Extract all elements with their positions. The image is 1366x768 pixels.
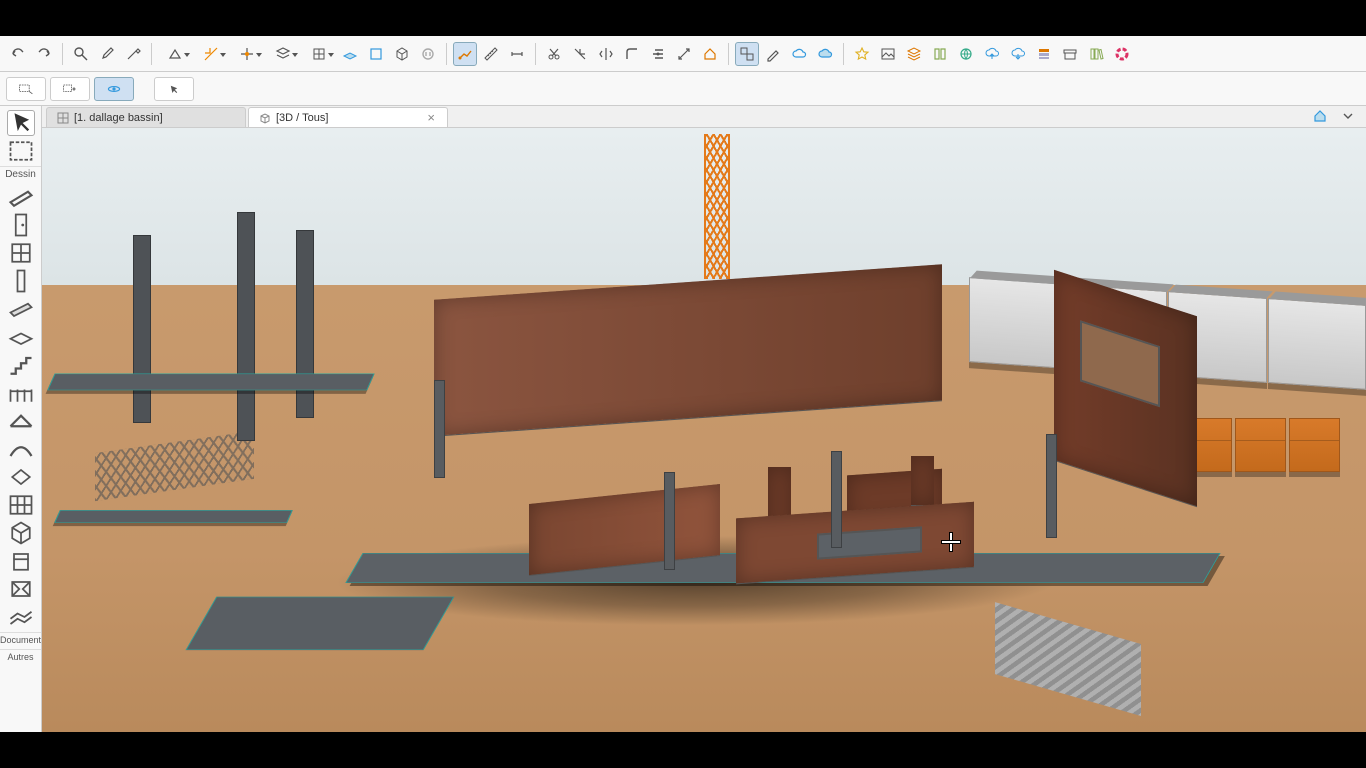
marquee-tool[interactable] xyxy=(7,138,35,164)
layers-icon[interactable] xyxy=(902,42,926,66)
eyedrop-icon[interactable] xyxy=(95,42,119,66)
separator xyxy=(151,43,152,65)
palette-section-label: Documents xyxy=(0,632,41,647)
measure-icon[interactable] xyxy=(479,42,503,66)
plan-icon xyxy=(57,112,69,124)
roof-tool[interactable] xyxy=(7,408,35,434)
external-stair xyxy=(995,602,1141,716)
plane-icon[interactable] xyxy=(364,42,388,66)
separator xyxy=(535,43,536,65)
chevron-down-icon[interactable] xyxy=(1336,104,1360,128)
tab-label: [3D / Tous] xyxy=(276,112,328,124)
main-toolbar xyxy=(0,36,1366,72)
pointer-icon[interactable] xyxy=(154,77,194,101)
trim-icon[interactable] xyxy=(568,42,592,66)
tab-3d[interactable]: [3D / Tous] × xyxy=(248,107,448,127)
door-tool[interactable] xyxy=(7,212,35,238)
column-tool[interactable] xyxy=(7,268,35,294)
material-pallets xyxy=(1181,418,1340,472)
separator xyxy=(62,43,63,65)
letterbox-top xyxy=(0,0,1366,36)
main-column: [1. dallage bassin] [3D / Tous] × xyxy=(42,106,1366,732)
cube-icon xyxy=(259,112,271,124)
home-icon[interactable] xyxy=(698,42,722,66)
stack-icon[interactable] xyxy=(1032,42,1056,66)
redo-icon[interactable] xyxy=(32,42,56,66)
close-icon[interactable]: × xyxy=(425,110,437,125)
edit-icon[interactable] xyxy=(761,42,785,66)
mesh-tool[interactable] xyxy=(7,604,35,630)
beam-tool[interactable] xyxy=(7,296,35,322)
tab-label: [1. dallage bassin] xyxy=(74,112,163,124)
trace-icon[interactable] xyxy=(453,42,477,66)
fillet-icon[interactable] xyxy=(620,42,644,66)
zone-tool[interactable] xyxy=(7,576,35,602)
adjust-icon[interactable] xyxy=(646,42,670,66)
orbit-icon[interactable] xyxy=(94,77,134,101)
guideline-icon[interactable] xyxy=(194,42,228,66)
clouddown-icon[interactable] xyxy=(1006,42,1030,66)
content-area: Dessin Documents Autres xyxy=(0,106,1366,732)
books-icon[interactable] xyxy=(1084,42,1108,66)
grid-icon[interactable] xyxy=(302,42,336,66)
layer-icon[interactable] xyxy=(266,42,300,66)
color-icon[interactable] xyxy=(1110,42,1134,66)
workplane-icon[interactable] xyxy=(338,42,362,66)
cut-icon[interactable] xyxy=(542,42,566,66)
tower-crane xyxy=(704,134,730,279)
palette-section-label: Autres xyxy=(0,649,41,664)
shell-tool[interactable] xyxy=(7,436,35,462)
tool-palette: Dessin Documents Autres xyxy=(0,106,42,732)
zoom-icon[interactable] xyxy=(69,42,93,66)
separator xyxy=(728,43,729,65)
main-building xyxy=(386,309,1180,581)
image-icon[interactable] xyxy=(876,42,900,66)
morph-tool[interactable] xyxy=(7,520,35,546)
archicad-window: Dessin Documents Autres xyxy=(0,36,1366,732)
arrow-tool[interactable] xyxy=(7,110,35,136)
house-3d-icon[interactable] xyxy=(1308,104,1332,128)
curtainwall-tool[interactable] xyxy=(7,492,35,518)
marquee-add-icon[interactable] xyxy=(50,77,90,101)
archive-icon[interactable] xyxy=(1058,42,1082,66)
inject-icon[interactable] xyxy=(121,42,145,66)
secondary-toolbar xyxy=(0,72,1366,106)
resize-icon[interactable] xyxy=(672,42,696,66)
skylight-tool[interactable] xyxy=(7,464,35,490)
suspend-icon[interactable] xyxy=(416,42,440,66)
separator xyxy=(446,43,447,65)
window-tool[interactable] xyxy=(7,240,35,266)
split-icon[interactable] xyxy=(594,42,618,66)
dimension-icon[interactable] xyxy=(505,42,529,66)
undo-icon[interactable] xyxy=(6,42,30,66)
triangle-icon[interactable] xyxy=(158,42,192,66)
favorite-icon[interactable] xyxy=(850,42,874,66)
letterbox-bottom xyxy=(0,732,1366,768)
palette-section-label: Dessin xyxy=(0,166,41,182)
slab-tool[interactable] xyxy=(7,324,35,350)
snap-icon[interactable] xyxy=(230,42,264,66)
cloud2-icon[interactable] xyxy=(813,42,837,66)
box3d-icon[interactable] xyxy=(390,42,414,66)
selection-rect-icon[interactable] xyxy=(6,77,46,101)
railing-tool[interactable] xyxy=(7,380,35,406)
stair-tool[interactable] xyxy=(7,352,35,378)
group-icon[interactable] xyxy=(735,42,759,66)
view-tabs: [1. dallage bassin] [3D / Tous] × xyxy=(42,106,1366,128)
connector-slab xyxy=(186,597,455,650)
tab-strip-right xyxy=(1308,106,1360,126)
tab-plan[interactable]: [1. dallage bassin] xyxy=(46,107,246,127)
object-tool[interactable] xyxy=(7,548,35,574)
wall-tool[interactable] xyxy=(7,184,35,210)
cloudup-icon[interactable] xyxy=(980,42,1004,66)
earth-icon[interactable] xyxy=(954,42,978,66)
left-platform xyxy=(68,285,359,515)
separator xyxy=(843,43,844,65)
3d-scene xyxy=(42,128,1366,732)
3d-viewport[interactable] xyxy=(42,128,1366,732)
library-icon[interactable] xyxy=(928,42,952,66)
cloud1-icon[interactable] xyxy=(787,42,811,66)
